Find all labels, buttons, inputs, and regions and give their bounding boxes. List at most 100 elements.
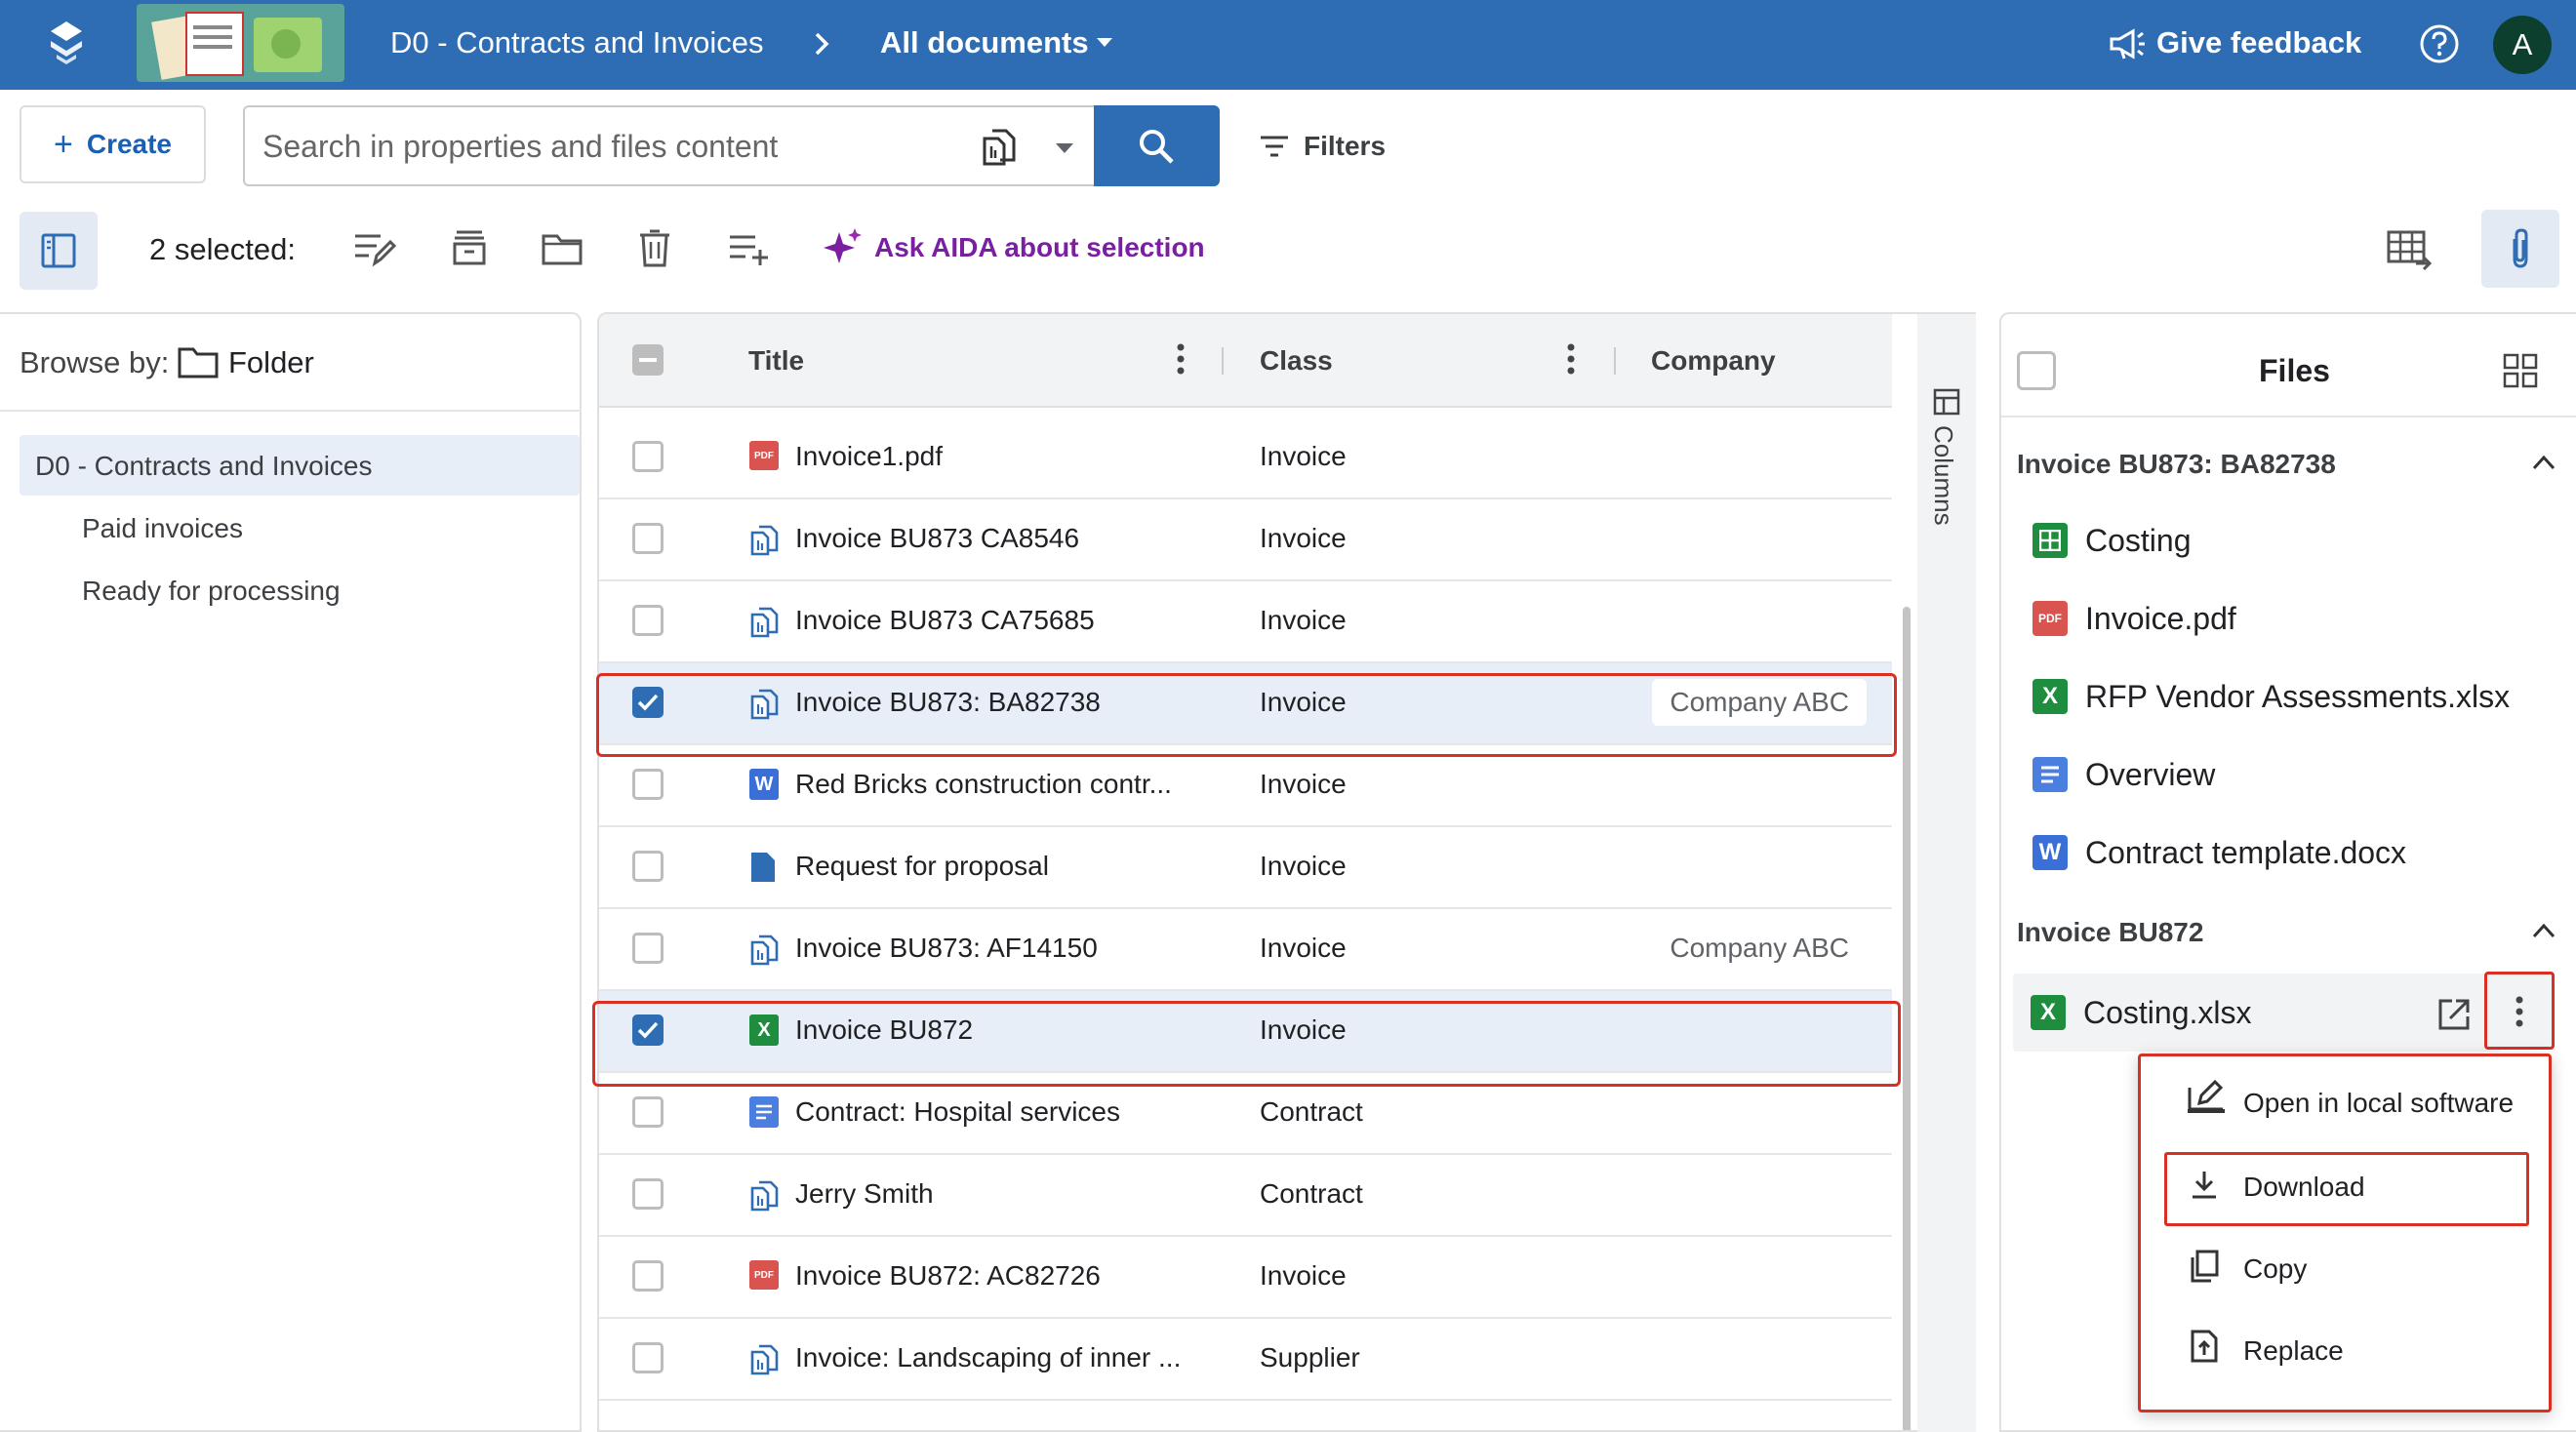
menu-item-replace[interactable]: Replace bbox=[2243, 1335, 2344, 1367]
menu-item-download[interactable]: Download bbox=[2243, 1172, 2365, 1203]
row-class: Invoice bbox=[1260, 523, 1347, 553]
table-row[interactable]: Jerry Smith Contract bbox=[599, 1155, 1892, 1237]
column-header-company[interactable]: Company bbox=[1651, 345, 1776, 377]
search-box bbox=[243, 105, 1094, 186]
chevron-up-icon[interactable] bbox=[2532, 455, 2556, 470]
file-item[interactable]: Costing bbox=[2085, 523, 2192, 559]
archive-icon[interactable] bbox=[451, 228, 488, 267]
file-item[interactable]: Costing.xlsx bbox=[2083, 995, 2252, 1031]
table-row[interactable]: Invoice BU873: AF14150 Invoice Company ABC bbox=[599, 909, 1892, 991]
row-title[interactable]: Invoice BU873: AF14150 bbox=[795, 933, 1098, 964]
row-class: Contract bbox=[1260, 1178, 1363, 1209]
add-to-list-icon[interactable] bbox=[728, 232, 771, 267]
file-group-header[interactable]: Invoice BU872 bbox=[2017, 917, 2203, 948]
folder-item-paid-invoices[interactable]: Paid invoices bbox=[82, 513, 243, 544]
row-title[interactable]: Invoice: Landscaping of inner ... bbox=[795, 1342, 1181, 1373]
folder-item-ready-for-processing[interactable]: Ready for processing bbox=[82, 576, 341, 607]
ask-aida-button[interactable]: Ask AIDA about selection bbox=[820, 226, 1205, 269]
table-row[interactable]: Invoice BU873 CA8546 Invoice bbox=[599, 499, 1892, 581]
file-more-button[interactable] bbox=[2484, 972, 2555, 1050]
column-menu-icon[interactable] bbox=[1177, 343, 1185, 375]
row-checkbox[interactable] bbox=[632, 933, 664, 964]
row-title[interactable]: Invoice1.pdf bbox=[795, 441, 943, 472]
row-class: Invoice bbox=[1260, 851, 1347, 881]
column-header-title[interactable]: Title bbox=[748, 345, 804, 377]
folder-item-root[interactable]: D0 - Contracts and Invoices bbox=[20, 435, 580, 496]
file-item[interactable]: Contract template.docx bbox=[2085, 835, 2406, 871]
row-title[interactable]: Invoice BU872: AC82726 bbox=[795, 1260, 1101, 1292]
replace-icon bbox=[2190, 1330, 2219, 1363]
row-title[interactable]: Jerry Smith bbox=[795, 1178, 934, 1210]
table-export-icon[interactable] bbox=[2387, 230, 2434, 271]
delete-icon[interactable] bbox=[638, 228, 671, 267]
row-checkbox[interactable] bbox=[632, 769, 664, 800]
move-to-folder-icon[interactable] bbox=[542, 232, 583, 265]
create-button[interactable]: + Create bbox=[20, 105, 206, 183]
row-checkbox[interactable] bbox=[632, 851, 664, 882]
table-row[interactable]: PDF Invoice1.pdf Invoice bbox=[599, 418, 1892, 499]
row-checkbox[interactable] bbox=[632, 441, 664, 472]
caret-down-icon[interactable] bbox=[1096, 37, 1113, 49]
select-all-checkbox[interactable] bbox=[632, 344, 664, 376]
table-scrollbar[interactable] bbox=[1903, 607, 1911, 1430]
row-checkbox[interactable] bbox=[632, 605, 664, 636]
doc-lines-icon bbox=[2033, 757, 2068, 792]
browse-by-label: Browse by: bbox=[20, 345, 170, 379]
row-checkbox[interactable] bbox=[632, 1096, 664, 1128]
avatar[interactable]: A bbox=[2493, 16, 2552, 74]
file-item[interactable]: Invoice.pdf bbox=[2085, 601, 2236, 637]
filters-button[interactable]: Filters bbox=[1259, 125, 1386, 168]
table-row[interactable]: PDF Invoice BU872: AC82726 Invoice bbox=[599, 1237, 1892, 1319]
megaphone-icon[interactable] bbox=[2108, 25, 2147, 62]
search-options-caret-icon[interactable] bbox=[1055, 142, 1074, 154]
edit-properties-icon[interactable] bbox=[353, 230, 396, 269]
row-class: Invoice bbox=[1260, 769, 1347, 799]
table-row[interactable]: Request for proposal Invoice bbox=[599, 827, 1892, 909]
open-local-icon bbox=[2186, 1078, 2227, 1115]
pdf-icon: PDF bbox=[749, 1260, 779, 1293]
menu-item-copy[interactable]: Copy bbox=[2243, 1253, 2307, 1285]
column-resize-handle[interactable] bbox=[1222, 347, 1224, 375]
row-class: Invoice bbox=[1260, 605, 1347, 635]
selection-count: 2 selected: bbox=[149, 232, 296, 266]
browse-mode-selector[interactable]: Folder bbox=[228, 345, 314, 380]
row-title[interactable]: Invoice BU873 CA75685 bbox=[795, 605, 1095, 636]
word-icon: W bbox=[749, 769, 779, 802]
column-header-class[interactable]: Class bbox=[1260, 345, 1333, 377]
file-content-search-icon[interactable] bbox=[981, 125, 1018, 168]
column-resize-handle[interactable] bbox=[1614, 347, 1616, 375]
grid-view-icon[interactable] bbox=[2503, 353, 2538, 388]
open-external-icon[interactable] bbox=[2436, 997, 2472, 1032]
file-item[interactable]: RFP Vendor Assessments.xlsx bbox=[2085, 679, 2510, 715]
multi-file-icon bbox=[749, 933, 779, 966]
give-feedback-link[interactable]: Give feedback bbox=[2156, 25, 2361, 60]
document-icon bbox=[749, 851, 779, 884]
row-checkbox[interactable] bbox=[632, 1260, 664, 1292]
view-selector[interactable]: All documents bbox=[880, 25, 1089, 60]
row-title[interactable]: Invoice BU873 CA8546 bbox=[795, 523, 1079, 554]
columns-side-button[interactable]: Columns bbox=[1917, 312, 1976, 1432]
file-item[interactable]: Overview bbox=[2085, 757, 2215, 793]
row-title[interactable]: Request for proposal bbox=[795, 851, 1049, 882]
chevron-up-icon[interactable] bbox=[2532, 923, 2556, 938]
divider bbox=[2001, 416, 2576, 418]
table-row[interactable]: W Red Bricks construction contr... Invoice bbox=[599, 745, 1892, 827]
table-row[interactable]: Invoice: Landscaping of inner ... Supplie… bbox=[599, 1319, 1892, 1401]
app-logo-icon[interactable] bbox=[47, 20, 86, 66]
toggle-sidebar-button[interactable] bbox=[20, 212, 98, 290]
files-select-all-checkbox[interactable] bbox=[2017, 351, 2056, 390]
table-row[interactable]: Invoice BU873 CA75685 Invoice bbox=[599, 581, 1892, 663]
search-input[interactable] bbox=[262, 125, 965, 168]
attachments-toggle-button[interactable] bbox=[2481, 210, 2559, 288]
file-group-header[interactable]: Invoice BU873: BA82738 bbox=[2017, 449, 2336, 480]
row-title[interactable]: Contract: Hospital services bbox=[795, 1096, 1120, 1128]
row-checkbox[interactable] bbox=[632, 523, 664, 554]
row-checkbox[interactable] bbox=[632, 1342, 664, 1373]
help-icon[interactable] bbox=[2419, 23, 2460, 64]
search-button[interactable] bbox=[1094, 105, 1220, 186]
row-checkbox[interactable] bbox=[632, 1178, 664, 1210]
row-title[interactable]: Red Bricks construction contr... bbox=[795, 769, 1172, 800]
column-menu-icon[interactable] bbox=[1567, 343, 1575, 375]
breadcrumb-root[interactable]: D0 - Contracts and Invoices bbox=[390, 25, 764, 60]
menu-item-open-local[interactable]: Open in local software bbox=[2243, 1088, 2514, 1119]
